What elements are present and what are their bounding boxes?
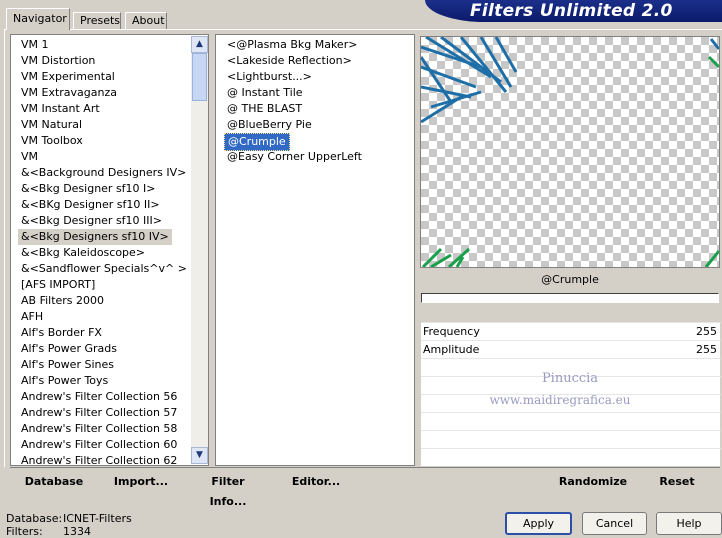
category-item[interactable]: VM 1	[18, 37, 52, 53]
param-value: 255	[696, 325, 717, 338]
watermark-name: Pinuccia	[541, 371, 599, 386]
category-item[interactable]: VM Distortion	[18, 53, 98, 69]
param-row-empty	[421, 412, 721, 431]
category-item[interactable]: Andrew's Filter Collection 57	[18, 405, 180, 421]
filter-item[interactable]: @Easy Corner UpperLeft	[224, 149, 365, 165]
import-button[interactable]: Import...	[112, 472, 170, 492]
database-button[interactable]: Database	[20, 472, 88, 492]
param-row-empty	[421, 430, 721, 449]
category-item[interactable]: VM Toolbox	[18, 133, 86, 149]
cancel-button[interactable]: Cancel	[582, 512, 647, 535]
reset-button[interactable]: Reset	[652, 472, 702, 492]
scroll-up-button[interactable]: ▲	[191, 36, 208, 53]
param-row-empty	[421, 448, 721, 467]
category-list[interactable]: VM 1 VM Distortion VM Experimental VM Extra…	[10, 34, 209, 466]
category-item[interactable]: &<Background Designers IV>	[18, 165, 189, 181]
filter-item[interactable]: <@Plasma Bkg Maker>	[224, 37, 360, 53]
selected-filter-name: @Crumple	[541, 273, 599, 286]
category-item[interactable]: &<Sandflower Specials^v^ >	[18, 261, 190, 277]
preview-image	[420, 36, 720, 268]
category-item[interactable]: VM Instant Art	[18, 101, 103, 117]
category-item[interactable]: VM Experimental	[18, 69, 118, 85]
param-row-frequency[interactable]: Frequency 255	[421, 322, 721, 341]
category-item[interactable]: &<Bkg Designers sf10 IV>	[18, 229, 172, 245]
category-item[interactable]: [AFS IMPORT]	[18, 277, 98, 293]
editor-button[interactable]: Editor...	[288, 472, 344, 492]
category-scrollbar[interactable]: ▲ ▼	[191, 36, 208, 464]
tab-presets[interactable]: Presets	[73, 12, 121, 30]
randomize-button[interactable]: Randomize	[555, 472, 631, 492]
filter-list[interactable]: <@Plasma Bkg Maker> <Lakeside Reflection>…	[215, 34, 415, 466]
tab-navigator[interactable]: Navigator	[6, 8, 70, 30]
category-item[interactable]: Alf's Power Sines	[18, 357, 117, 373]
category-item[interactable]: Alf's Power Toys	[18, 373, 111, 389]
category-item[interactable]: AFH	[18, 309, 46, 325]
category-item[interactable]: Alf's Border FX	[18, 325, 105, 341]
category-item[interactable]: Andrew's Filter Collection 62	[18, 453, 180, 465]
category-item[interactable]: Andrew's Filter Collection 58	[18, 421, 180, 437]
param-row-amplitude[interactable]: Amplitude 255	[421, 340, 721, 359]
help-button[interactable]: Help	[656, 512, 722, 535]
apply-button[interactable]: Apply	[505, 512, 572, 535]
category-item[interactable]: &<Bkg Designer sf10 I>	[18, 181, 159, 197]
scroll-thumb[interactable]	[192, 53, 207, 101]
crumple-preview-graphic	[421, 37, 719, 267]
category-item[interactable]: VM	[18, 149, 41, 165]
filter-item[interactable]: <Lightburst...>	[224, 69, 315, 85]
tab-about[interactable]: About	[125, 12, 167, 30]
category-item[interactable]: Andrew's Filter Collection 60	[18, 437, 180, 453]
param-label: Frequency	[423, 325, 480, 338]
filter-item[interactable]: @BlueBerry Pie	[224, 117, 315, 133]
database-status-value: ICNET-Filters	[63, 512, 132, 525]
filters-status-label: Filters:	[6, 525, 43, 538]
param-value: 255	[696, 343, 717, 356]
category-item[interactable]: &<Bkg Designer sf10 III>	[18, 213, 165, 229]
category-item[interactable]: VM Natural	[18, 117, 85, 133]
scroll-down-button[interactable]: ▼	[191, 447, 208, 464]
filter-item[interactable]: @ THE BLAST	[224, 101, 305, 117]
progress-bar	[421, 293, 719, 303]
category-item[interactable]: &<Bkg Kaleidoscope>	[18, 245, 148, 261]
app-title: Filters Unlimited 2.0	[470, 1, 673, 21]
category-item[interactable]: Alf's Power Grads	[18, 341, 120, 357]
filter-item[interactable]: <Lakeside Reflection>	[224, 53, 355, 69]
category-item[interactable]: VM Extravaganza	[18, 85, 120, 101]
filters-status-value: 1334	[63, 525, 91, 538]
watermark-url: www.maidiregrafica.eu	[489, 393, 631, 407]
category-item[interactable]: AB Filters 2000	[18, 293, 107, 309]
database-status-label: Database:	[6, 512, 63, 525]
filter-item[interactable]: @ Instant Tile	[224, 85, 306, 101]
filter-info-button[interactable]: Filter Info...	[192, 472, 264, 508]
category-item[interactable]: Andrew's Filter Collection 56	[18, 389, 180, 405]
param-label: Amplitude	[423, 343, 480, 356]
category-item[interactable]: &<BKg Designer sf10 II>	[18, 197, 163, 213]
